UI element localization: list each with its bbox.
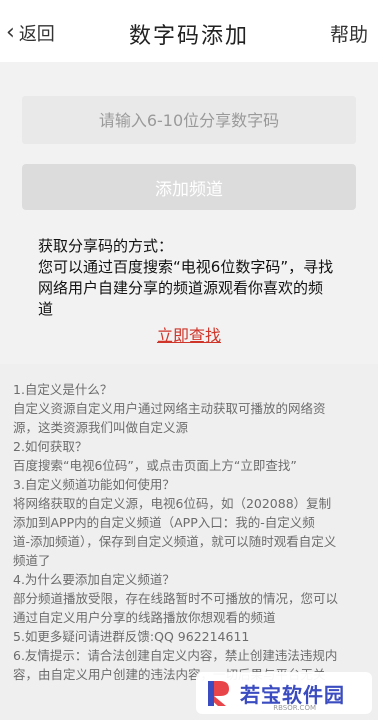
faq-line: 4.为什么要添加自定义频道？ (13, 572, 175, 587)
how-to-line: 获取分享码的方式： (38, 237, 174, 255)
how-to-line: 道 (38, 300, 54, 318)
faq-line: 添加到APP内的自定义频道（APP入口：我的-自定义频 (13, 515, 315, 530)
faq-section: 1.自定义是什么？ 自定义资源自定义用户通过网络主动获取可播放的网络资 源，这类… (0, 364, 378, 720)
how-to-line: 您可以通过百度搜索“电视6位数字码”，寻找 (38, 258, 334, 276)
faq-line: 百度搜索“电视6位码”，或点击页面上方“立即查找” (13, 458, 297, 473)
faq-line: 将网络获取的自定义源，电视6位码，如（202088）复制 (13, 496, 332, 511)
find-now-link[interactable]: 立即查找 (0, 322, 378, 346)
faq-line: 3.自定义频道功能如何使用？ (13, 477, 175, 492)
watermark-subtext: RBSOR.COM (273, 704, 316, 712)
page-title: 数字码添加 (128, 24, 249, 49)
share-code-input[interactable] (22, 96, 356, 144)
faq-line: 源，这类资源我们叫做自定义源 (13, 420, 189, 435)
faq-line: 自定义资源自定义用户通过网络主动获取可播放的网络资 (13, 401, 326, 416)
faq-line: 1.自定义是什么？ (13, 382, 113, 397)
site-watermark: 若宝软件园 RBSOR.COM (196, 672, 372, 714)
faq-line: 部分频道播放受限，存在线路暂时不可播放的情况，您可以 (13, 591, 339, 606)
watermark-logo-icon (208, 681, 229, 706)
faq-text: 1.自定义是什么？ 自定义资源自定义用户通过网络主动获取可播放的网络资 源，这类… (13, 380, 369, 684)
faq-line: 5.如更多疑问请进群反馈:QQ 962214611 (13, 629, 250, 644)
faq-line: 道-添加频道），保存到自定义频道，就可以随时观看自定义 (13, 534, 337, 549)
how-to-get-code: 获取分享码的方式： 您可以通过百度搜索“电视6位数字码”，寻找 网络用户自建分享… (38, 236, 350, 320)
faq-line: 通过自定义用户分享的线路播放你想观看的频道 (13, 610, 276, 625)
top-nav-bar: ‹ 返回 数字码添加 帮助 (0, 0, 378, 62)
how-to-line: 网络用户自建分享的频道源观看你喜欢的频 (38, 279, 324, 297)
help-button[interactable]: 帮助 (330, 20, 368, 47)
faq-line: 6.友情提示：请合法创建自定义内容，禁止创建违法违规内 (13, 648, 338, 663)
add-channel-button[interactable]: 添加频道 (22, 164, 356, 210)
faq-line: 频道了 (13, 553, 51, 568)
faq-line: 2.如何获取？ (13, 439, 88, 454)
